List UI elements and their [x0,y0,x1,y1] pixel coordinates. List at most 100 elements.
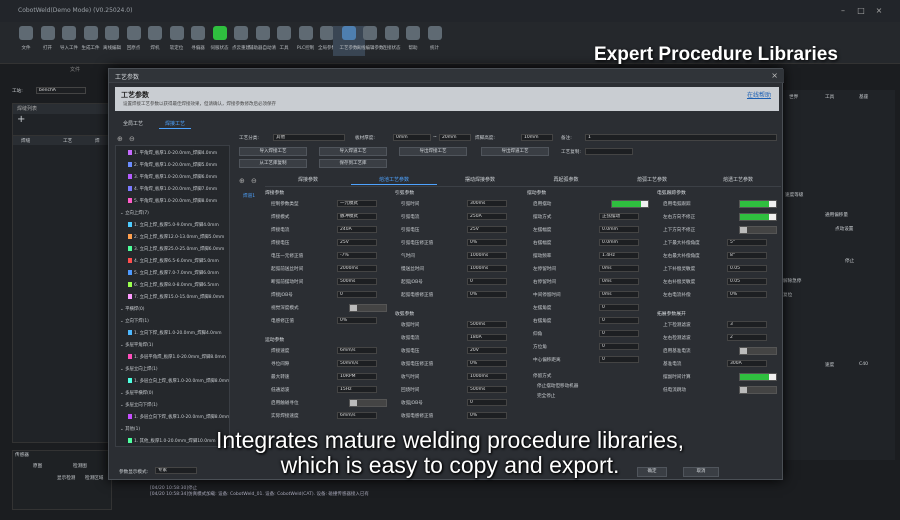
param-toggle[interactable] [739,226,777,234]
param-value-input[interactable]: 0% [467,412,507,419]
tab-weld-process[interactable]: 焊接工艺 [159,119,192,129]
copy-from-library-button[interactable]: 从工艺库复制 [239,159,307,168]
param-value-input[interactable]: 3 [727,321,767,328]
stop-mode-radio[interactable]: 完全停止 [537,393,555,399]
tree-item[interactable]: 1. 多层立向下焊_板厚1.0-20.0mm_焊脚8.0mm [128,414,229,423]
tree-group[interactable]: ⌄ 立向上焊(7) [120,210,149,219]
param-value-input[interactable]: 25V [337,239,377,246]
param-value-input[interactable]: 500ms [337,278,377,285]
param-toggle[interactable] [739,200,777,208]
remove-process-icon[interactable]: ⊖ [129,135,135,143]
param-value-input[interactable]: 6mm/s [337,347,377,354]
param-value-input[interactable]: 0 [599,317,639,324]
tree-item[interactable]: 1. 平角焊_板厚1.0-20.0mm_焊脚4.0mm [128,150,217,159]
category-input[interactable]: 其他 [273,134,345,141]
param-value-input[interactable]: 0ms [599,278,639,285]
param-value-input[interactable]: 0% [467,360,507,367]
param-value-input[interactable]: 脉冲模式 [337,213,377,220]
param-value-input[interactable]: 0 [337,291,377,298]
import-weld-process-button[interactable]: 导入焊接工艺 [239,147,307,156]
param-value-input[interactable]: 0 [599,356,639,363]
param-value-input[interactable]: 300A [727,360,767,367]
param-toggle[interactable] [349,399,387,407]
tree-group[interactable]: ⌄ 多层平角焊(1) [120,342,153,351]
thickness-max-input[interactable]: 20mm [439,134,471,141]
param-value-input[interactable]: 2000ms [337,265,377,272]
param-sub-tab[interactable]: 熄弧工艺参数 [609,175,695,185]
control-label[interactable]: 解除急停 [783,278,801,284]
tree-item[interactable]: 4. 立向上焊_板厚6.5-6.0mm_焊脚5.0mm [128,258,219,267]
maximize-icon[interactable]: □ [856,6,866,16]
param-value-input[interactable]: 0.05 [727,278,767,285]
param-value-input[interactable]: 500ms [467,386,507,393]
add-icon[interactable]: + [13,114,25,125]
param-value-input[interactable]: 1000ms [467,373,507,380]
param-value-input[interactable]: 15Hz [337,386,377,393]
weld-pass-item[interactable]: 焊道1 [243,193,255,199]
param-value-input[interactable]: 500ms [467,321,507,328]
param-value-input[interactable]: 10RPM [337,373,377,380]
param-value-input[interactable]: 0 [599,330,639,337]
tree-item[interactable]: 6. 立向上焊_板厚8.0-8.0mm_焊脚6.5mm [128,282,219,291]
station-input[interactable]: benchA [36,87,86,94]
param-value-input[interactable]: 180A [467,334,507,341]
tree-item[interactable]: 3. 立向上焊_板厚25.0-25.0mm_焊脚6.0mm [128,246,224,255]
param-value-input[interactable]: 0.0mm [599,239,639,246]
param-value-input[interactable]: -7% [337,252,377,259]
param-value-input[interactable]: 20V [467,347,507,354]
param-value-input[interactable]: 1.4Hz [599,252,639,259]
param-value-input[interactable]: 0.05 [727,265,767,272]
param-value-input[interactable]: 1000ms [467,265,507,272]
param-sub-tab[interactable]: 熔池工艺参数 [351,175,437,185]
tree-item[interactable]: 1. 立向下焊_板厚1.0-20.0mm_焊脚4.0mm [128,330,222,339]
tree-group[interactable]: ⌄ 多层平横焊(0) [120,390,153,399]
param-toggle[interactable] [611,200,649,208]
param-value-input[interactable]: 一元模式 [337,200,377,207]
tree-item[interactable]: 5. 立向上焊_板厚7.0-7.0mm_焊脚6.0mm [128,270,219,279]
param-value-input[interactable]: 25V [467,226,507,233]
param-value-input[interactable]: 0 [467,278,507,285]
online-help-link[interactable]: 在线帮助 [747,90,771,99]
param-sub-tab[interactable]: 熔透工艺参数 [695,175,781,185]
tree-item[interactable]: 7. 立向上焊_板厚15.0-15.0mm_焊脚8.0mm [128,294,224,303]
param-toggle[interactable] [349,304,387,312]
param-toggle[interactable] [739,386,777,394]
param-value-input[interactable]: 0.0mm [599,226,639,233]
control-label[interactable]: 复位 [783,292,792,298]
tree-group[interactable]: ⌄ 平横焊(0) [120,306,144,315]
param-sub-tab[interactable]: 焊接参数 [265,175,351,185]
save-to-library-button[interactable]: 保存到工艺库 [319,159,387,168]
import-pass-process-button[interactable]: 导入焊道工艺 [319,147,387,156]
dialog-close-icon[interactable]: × [771,71,778,80]
param-value-input[interactable]: 0% [467,291,507,298]
control-label[interactable]: 速度等级 [785,192,803,198]
tree-group[interactable]: ⌄ 多层立向下焊(1) [120,402,158,411]
param-value-input[interactable]: 0% [467,239,507,246]
param-toggle[interactable] [739,373,777,381]
param-value-input[interactable]: 0ms [599,291,639,298]
control-label[interactable]: 停止 [845,258,854,264]
leg-height-input[interactable]: 10mm [521,134,553,141]
param-value-input[interactable]: 250A [467,213,507,220]
stop-mode-radio[interactable]: 停止摆动但移动机器 [537,383,578,389]
tree-item[interactable]: 2. 平角焊_板厚1.0-20.0mm_焊脚5.0mm [128,162,217,171]
close-icon[interactable]: × [874,6,884,16]
tree-item[interactable]: 1. 立向上焊_板厚5.0-9.0mm_焊脚4.0mm [128,222,219,231]
param-value-input[interactable]: 0 [599,343,639,350]
param-value-input[interactable]: 0% [337,317,377,324]
remove-pass-icon[interactable]: ⊖ [251,177,257,185]
param-sub-tab[interactable]: 再起弧参数 [523,175,609,185]
ribbon-button[interactable]: 统计 [419,26,451,56]
add-pass-icon[interactable]: ⊕ [239,177,245,185]
param-value-input[interactable]: 300ms [467,200,507,207]
minimize-icon[interactable]: – [838,6,848,16]
tree-item[interactable]: 3. 平角焊_板厚1.0-20.0mm_焊脚6.0mm [128,174,217,183]
param-value-input[interactable]: 6mm/s [337,412,377,419]
tree-item[interactable]: 4. 平角焊_板厚1.0-20.0mm_焊脚7.0mm [128,186,217,195]
param-value-input[interactable]: 正弦摆动 [599,213,639,220]
param-value-input[interactable]: 1000ms [467,252,507,259]
tree-group[interactable]: ⌄ 多层立向上焊(1) [120,366,158,375]
param-value-input[interactable]: 240A [337,226,377,233]
param-toggle[interactable] [739,347,777,355]
param-value-input[interactable]: 5° [727,239,767,246]
